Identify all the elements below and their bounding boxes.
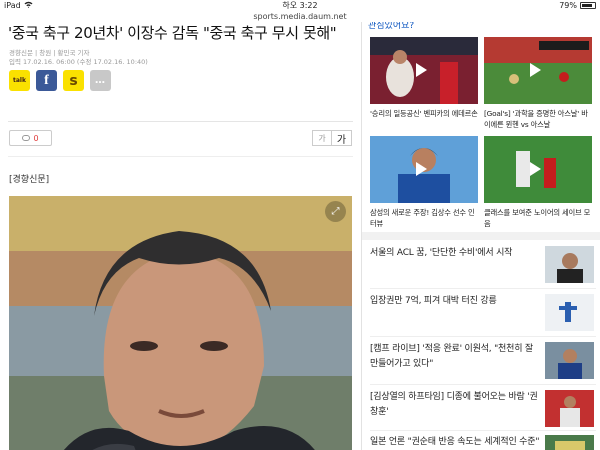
article-photo xyxy=(9,196,352,450)
address-bar[interactable]: sports.media.daum.net xyxy=(0,11,600,22)
play-icon xyxy=(530,162,541,176)
divider xyxy=(8,156,353,157)
video-card[interactable]: [Goal's] '과학을 증명한 아스날' 바이에른 뮌헨 vs 아스날 xyxy=(484,37,592,130)
font-increase-button[interactable]: 가 xyxy=(332,130,352,146)
article-source: [경향신문] xyxy=(9,175,50,185)
section-divider xyxy=(362,232,600,240)
comment-count: 0 xyxy=(33,133,39,143)
font-size-controls: 가 가 xyxy=(312,130,352,146)
video-thumbnail xyxy=(370,37,478,104)
article-dates: 입력 17.02.16. 06:00 (수정 17.02.16. 10:40) xyxy=(9,58,148,66)
news-title: 일본 언론 "권순태 반응 속도는 세계적인 수준" xyxy=(370,437,540,447)
news-title: 서울의 ACL 꿈, '단단한 수비'에서 시작 xyxy=(370,248,513,258)
article-column: '중국 축구 20년차' 이장수 감독 "중국 축구 무시 못해" 경향신문 |… xyxy=(0,22,361,450)
more-share-button[interactable]: … xyxy=(90,70,111,91)
sidebar: 관심있어요? '승리의 일등공신' 벤피카의 에데르손 [Goal's] '과학… xyxy=(361,22,600,450)
battery-icon xyxy=(580,2,596,9)
facebook-share-button[interactable]: f xyxy=(36,70,57,91)
video-caption: '승리의 일등공신' 벤피카의 에데르손 xyxy=(370,109,478,118)
play-icon xyxy=(416,162,427,176)
expand-icon[interactable]: ⤢ xyxy=(325,201,346,222)
video-caption: 클래스를 보여준 노이어의 세이브 모음 xyxy=(484,208,591,228)
share-bar: talk f s … xyxy=(9,70,111,91)
news-thumbnail xyxy=(545,435,594,450)
kakaostory-share-button[interactable]: s xyxy=(63,70,84,91)
kakaotalk-icon: talk xyxy=(13,77,26,84)
video-card[interactable]: 클래스를 보여준 노이어의 세이브 모음 xyxy=(484,136,592,229)
clock: 하오 3:22 xyxy=(282,1,318,10)
facebook-icon: f xyxy=(44,72,49,88)
news-thumbnail xyxy=(545,246,594,283)
video-card[interactable]: 삼성의 새로운 주장! 김상수 선수 인터뷰 xyxy=(370,136,478,229)
font-decrease-button[interactable]: 가 xyxy=(312,130,332,146)
comment-button[interactable]: 0 xyxy=(9,130,52,146)
video-thumbnail xyxy=(484,37,592,104)
kakaotalk-share-button[interactable]: talk xyxy=(9,70,30,91)
article-headline: '중국 축구 20년차' 이장수 감독 "중국 축구 무시 못해" xyxy=(8,24,337,42)
video-thumbnail xyxy=(484,136,592,203)
speech-bubble-icon xyxy=(22,135,31,141)
video-caption: [Goal's] '과학을 증명한 아스날' 바이에른 뮌헨 vs 아스날 xyxy=(484,109,588,129)
news-title: [김상열의 하프타임] 디종에 불어오는 바람 '권창훈' xyxy=(370,392,538,417)
kakaostory-icon: s xyxy=(69,72,78,89)
play-icon xyxy=(416,63,427,77)
divider xyxy=(8,121,353,122)
video-caption: 삼성의 새로운 주장! 김상수 선수 인터뷰 xyxy=(370,208,475,228)
divider xyxy=(370,288,596,289)
divider xyxy=(370,430,596,431)
status-bar: iPad 하오 3:22 79% xyxy=(0,0,600,11)
divider xyxy=(370,336,596,337)
video-card[interactable]: '승리의 일등공신' 벤피카의 에데르손 xyxy=(370,37,478,119)
ipad-screen: iPad 하오 3:22 79% sports.media.daum.net '… xyxy=(0,0,600,450)
play-icon xyxy=(530,63,541,77)
news-title: [캠프 라이브] '적응 완료' 이원석, "천천히 잘 만들어가고 있다" xyxy=(370,344,534,369)
divider xyxy=(370,384,596,385)
news-thumbnail xyxy=(545,342,594,379)
battery-percent: 79% xyxy=(559,1,577,10)
video-thumbnail xyxy=(370,136,478,203)
news-thumbnail xyxy=(545,294,594,331)
news-title: 입장권만 7억, 피겨 대박 터진 강릉 xyxy=(370,296,497,306)
news-thumbnail xyxy=(545,390,594,427)
more-icon: … xyxy=(95,75,106,86)
sidebar-title: 관심있어요? xyxy=(368,22,415,31)
